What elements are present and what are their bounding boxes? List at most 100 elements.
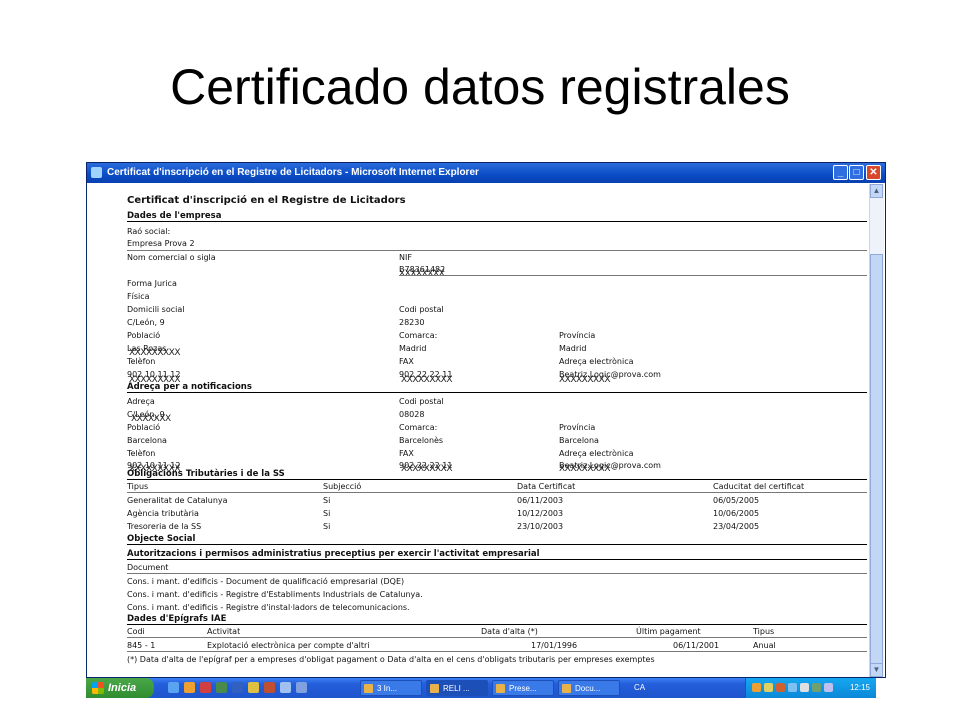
window-titlebar[interactable]: Certificat d'inscripció en el Registre d… — [87, 163, 885, 183]
iae-row-activitat: Explotació electrònica per compte d'altr… — [207, 641, 370, 650]
notif-codi-label: Codi postal — [399, 397, 444, 406]
system-tray: 12:15 — [745, 678, 876, 698]
ie-quicklaunch-icon[interactable] — [168, 682, 179, 693]
obl-row-caducitat: 10/06/2005 — [713, 509, 760, 518]
ie-icon — [91, 167, 102, 178]
domicili-label: Domicili social — [127, 305, 185, 314]
obl-col-caducitat: Caducitat del certificat — [713, 482, 805, 491]
iae-row-tipus: Anual — [753, 641, 776, 650]
folder-icon[interactable] — [248, 682, 259, 693]
divider — [127, 573, 867, 574]
adreca-label: Adreça — [127, 397, 155, 406]
section-objecte-header: Objecte Social — [127, 534, 867, 545]
maximize-button[interactable]: □ — [849, 165, 864, 180]
volume-icon[interactable] — [800, 683, 809, 692]
obl-col-tipus: Tipus — [127, 482, 149, 491]
section-autoritzacions-header: Autoritzacions i permisos administratius… — [127, 549, 867, 560]
iae-row-ultim-pagament: 06/11/2001 — [673, 641, 720, 650]
section-notificacions-header: Adreça per a notificacions — [127, 382, 867, 393]
provincia-value: Madrid — [559, 344, 587, 353]
tray-icon[interactable] — [788, 683, 797, 692]
obl-col-data: Data Certificat — [517, 482, 576, 491]
powerpoint-icon — [496, 684, 505, 693]
aut-col-document: Document — [127, 563, 169, 572]
ie-icon — [364, 684, 373, 693]
iae-row-data-alta: 17/01/1996 — [531, 641, 578, 650]
obl-row-tipus: Tresoreria de la SS — [127, 522, 202, 531]
network-icon[interactable] — [812, 683, 821, 692]
app-icon[interactable] — [280, 682, 291, 693]
word-icon — [562, 684, 571, 693]
language-indicator[interactable]: CA — [634, 683, 645, 692]
outlook-icon[interactable] — [200, 682, 211, 693]
nif-label: NIF — [399, 253, 412, 262]
excel-icon[interactable] — [216, 682, 227, 693]
start-label: Inicia — [108, 682, 137, 694]
aut-row: Cons. i mant. d'edificis - Registre d'Es… — [127, 590, 423, 599]
taskbar-item-reli[interactable]: RELI ... — [426, 680, 488, 696]
divider — [399, 275, 867, 276]
start-button[interactable]: Inicia — [86, 678, 154, 698]
notif-codi-value: 08028 — [399, 410, 425, 419]
section-empresa-header: Dades de l'empresa — [127, 211, 867, 222]
app-icon[interactable] — [296, 682, 307, 693]
taskbar-item-ie[interactable]: 3 In... — [360, 680, 422, 696]
close-button[interactable]: ✕ — [866, 165, 881, 180]
divider — [127, 651, 867, 652]
forma-value: Física — [127, 292, 150, 301]
comarca-value: Madrid — [399, 344, 427, 353]
desktop-icon[interactable] — [184, 682, 195, 693]
nom-label: Nom comercial o sigla — [127, 253, 216, 262]
divider — [127, 637, 867, 638]
iae-col-tipus: Tipus — [753, 627, 775, 636]
codi-label: Codi postal — [399, 305, 444, 314]
telefon-label: Telèfon — [127, 357, 156, 366]
iae-col-data-alta: Data d'alta (*) — [481, 627, 538, 636]
email-label: Adreça electrònica — [559, 357, 634, 366]
vertical-scrollbar[interactable]: ▲ ▼ — [869, 184, 884, 677]
certificate-document: Certificat d'inscripció en el Registre d… — [127, 193, 867, 673]
iae-row-codi: 845 - 1 — [127, 641, 156, 650]
scroll-up-arrow-icon[interactable]: ▲ — [870, 184, 883, 198]
notif-comarca-value: Barcelonès — [399, 436, 444, 445]
obl-row-tipus: Agència tributària — [127, 509, 199, 518]
tray-icon[interactable] — [752, 683, 761, 692]
taskbar: Inicia 3 In... RELI ... Prese... Docu...… — [86, 678, 876, 698]
aut-row: Cons. i mant. d'edificis - Document de q… — [127, 577, 405, 586]
obl-row-data: 10/12/2003 — [517, 509, 564, 518]
scroll-thumb[interactable] — [870, 254, 883, 669]
window-icon — [430, 684, 439, 693]
notif-poblacio-value: Barcelona — [127, 436, 167, 445]
scroll-down-arrow-icon[interactable]: ▼ — [870, 663, 883, 677]
obl-row-data: 23/10/2003 — [517, 522, 564, 531]
obl-row-caducitat: 06/05/2005 — [713, 496, 760, 505]
section-obligacions-header: Obligacions Tributàries i de la SS — [127, 469, 867, 480]
iae-col-activitat: Activitat — [207, 627, 241, 636]
minimize-button[interactable]: _ — [833, 165, 848, 180]
taskbar-item-presentation[interactable]: Prese... — [492, 680, 554, 696]
tray-icon[interactable] — [764, 683, 773, 692]
obl-col-subjeccio: Subjecció — [323, 482, 362, 491]
tray-icon[interactable] — [776, 683, 785, 692]
notif-provincia-value: Barcelona — [559, 436, 599, 445]
taskbar-item-document[interactable]: Docu... — [558, 680, 620, 696]
notif-provincia-label: Província — [559, 423, 596, 432]
notif-fax-label: FAX — [399, 449, 414, 458]
section-iae-header: Dades d'Epígrafs IAE — [127, 614, 867, 625]
word-icon[interactable] — [232, 682, 243, 693]
notif-poblacio-label: Població — [127, 423, 161, 432]
powerpoint-icon[interactable] — [264, 682, 275, 693]
divider — [127, 250, 867, 251]
aut-row: Cons. i mant. d'edificis - Registre d'in… — [127, 603, 410, 612]
divider — [127, 492, 867, 493]
tray-icon[interactable] — [824, 683, 833, 692]
obl-row-subjeccio: Si — [323, 522, 331, 531]
iae-col-ultim-pagament: Últim pagament — [636, 627, 701, 636]
obl-row-subjeccio: Si — [323, 496, 331, 505]
obl-row-caducitat: 23/04/2005 — [713, 522, 760, 531]
doc-title: Certificat d'inscripció en el Registre d… — [127, 195, 406, 206]
window-title: Certificat d'inscripció en el Registre d… — [107, 167, 479, 178]
redaction: XXXXXXXX — [399, 269, 445, 279]
obl-row-tipus: Generalitat de Catalunya — [127, 496, 228, 505]
browser-window: Certificat d'inscripció en el Registre d… — [86, 162, 886, 678]
